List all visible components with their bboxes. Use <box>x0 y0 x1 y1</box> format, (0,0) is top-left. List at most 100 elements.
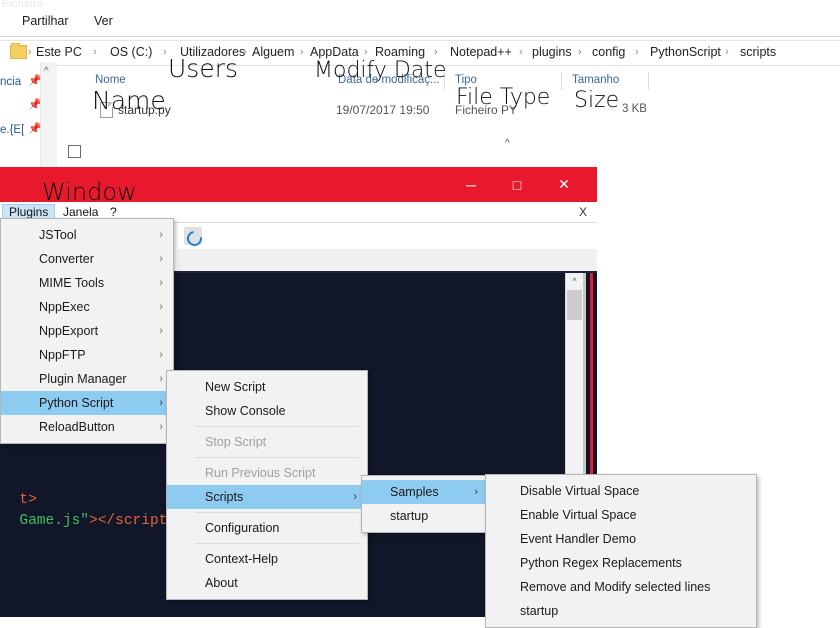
menu-item-converter[interactable]: Converter › <box>1 247 173 271</box>
breadcrumb-chevron-icon: › <box>93 46 97 58</box>
file-size-cell: 3 KB <box>622 103 647 115</box>
chevron-right-icon: › <box>159 349 163 361</box>
annotation-users: Users <box>168 54 239 83</box>
breadcrumb-chevron-icon: › <box>635 46 639 58</box>
nav-item-label[interactable]: e.{E[ <box>0 124 24 136</box>
refresh-icon[interactable] <box>184 227 202 245</box>
breadcrumb-item-config[interactable]: config <box>592 45 625 59</box>
menu-item-event-handler-demo[interactable]: Event Handler Demo <box>486 527 756 551</box>
close-icon[interactable]: ✕ <box>541 167 587 202</box>
breadcrumb-item-scripts[interactable]: scripts <box>740 45 776 59</box>
menu-separator <box>195 426 359 427</box>
menu-item-show-console[interactable]: Show Console <box>167 399 367 423</box>
breadcrumb-item-pythonscript[interactable]: PythonScript <box>650 45 721 59</box>
ribbon-tab-ver[interactable]: Ver <box>94 14 113 28</box>
menu-item-nppexport[interactable]: NppExport › <box>1 319 173 343</box>
menu-item-nppftp[interactable]: NppFTP › <box>1 343 173 367</box>
pin-icon: 📌 <box>28 99 42 111</box>
chevron-right-icon: › <box>353 491 357 503</box>
breadcrumb-item-appdata[interactable]: AppData <box>310 45 359 59</box>
chevron-right-icon: › <box>474 486 478 498</box>
column-divider[interactable] <box>648 72 649 90</box>
menu-item-label: NppExport <box>39 324 99 338</box>
column-header-name[interactable]: Nome <box>95 74 126 86</box>
menu-item-scripts[interactable]: Scripts › <box>167 485 367 509</box>
python-script-submenu: New Script Show Console Stop Script Run … <box>166 370 368 600</box>
nav-pane-scrollbar[interactable] <box>40 62 57 167</box>
menu-item-label: Scripts <box>205 490 244 504</box>
annotation-window: Window <box>42 178 137 206</box>
annotation-size: Size <box>574 88 620 113</box>
select-all-checkbox[interactable] <box>68 145 81 158</box>
file-modified-cell: 19/07/2017 19:50 <box>336 103 430 117</box>
scroll-up-icon[interactable]: ^ <box>44 66 49 77</box>
breadcrumb-item-alguem[interactable]: Alguem <box>252 45 294 59</box>
chevron-right-icon: › <box>159 397 163 409</box>
chevron-right-icon: › <box>159 325 163 337</box>
minimize-icon[interactable]: ─ <box>448 167 494 202</box>
chevron-right-icon: › <box>159 277 163 289</box>
menu-item-python-script[interactable]: Python Script › <box>1 391 173 415</box>
maximize-icon[interactable]: □ <box>494 167 540 202</box>
chevron-right-icon: › <box>159 229 163 241</box>
menu-item-mime-tools[interactable]: MIME Tools › <box>1 271 173 295</box>
annotation-modify-date: Modify Date <box>314 58 447 83</box>
menu-item-stop-script: Stop Script <box>205 435 267 449</box>
code-token-tag: ></script <box>89 513 168 529</box>
column-divider[interactable] <box>561 72 562 90</box>
ribbon-tab-partilhar[interactable]: Partilhar <box>22 14 69 28</box>
scripts-submenu: Samples › startup <box>361 475 489 533</box>
chevron-right-icon: › <box>159 373 163 385</box>
breadcrumb-item-roaming[interactable]: Roaming <box>375 45 425 59</box>
menu-item-about[interactable]: About <box>167 571 367 595</box>
notepadpp-toolbar <box>178 223 597 250</box>
breadcrumb-item-plugins[interactable]: plugins <box>532 45 572 59</box>
explorer-ribbon-tabs: Partilhar Ver <box>0 14 840 36</box>
breadcrumb-chevron-icon: › <box>300 46 304 58</box>
menu-item-label: ReloadButton <box>39 420 115 434</box>
breadcrumb-chevron-icon: › <box>163 46 167 58</box>
scroll-up-icon[interactable]: ^ <box>566 273 583 289</box>
menu-item-startup[interactable]: startup <box>486 599 756 623</box>
breadcrumb-chevron-icon: › <box>434 46 438 58</box>
breadcrumb-chevron-icon: › <box>578 46 582 58</box>
scrollbar-thumb[interactable] <box>567 290 582 320</box>
ribbon-divider <box>0 36 840 37</box>
menu-item-reloadbutton[interactable]: ReloadButton › <box>1 415 173 439</box>
menu-item-nppexec[interactable]: NppExec › <box>1 295 173 319</box>
menu-item-configuration[interactable]: Configuration <box>167 516 367 540</box>
menu-item-label: Python Script <box>39 396 114 410</box>
nav-item-label[interactable]: ncia <box>0 76 21 88</box>
menu-item-python-regex-replacements[interactable]: Python Regex Replacements <box>486 551 756 575</box>
menu-item-label: Samples <box>390 485 439 499</box>
chevron-right-icon: › <box>159 253 163 265</box>
close-document-icon[interactable]: X <box>579 205 587 219</box>
breadcrumb-chevron-icon: › <box>364 46 368 58</box>
menu-item-label: JSTool <box>39 228 77 242</box>
annotation-name: Name <box>92 86 166 115</box>
menu-item-enable-virtual-space[interactable]: Enable Virtual Space <box>486 503 756 527</box>
breadcrumb-item-notepadpp[interactable]: Notepad++ <box>450 45 512 59</box>
menu-separator <box>195 457 359 458</box>
menu-item-label: Plugin Manager <box>39 372 127 386</box>
menu-item-remove-and-modify-selected-lines[interactable]: Remove and Modify selected lines <box>486 575 756 599</box>
breadcrumb-item-os-c[interactable]: OS (C:) <box>110 45 152 59</box>
code-token-string: Game.js" <box>19 513 90 529</box>
menu-item-plugin-manager[interactable]: Plugin Manager › <box>1 367 173 391</box>
annotation-file-type: File Type <box>456 85 551 110</box>
column-header-size[interactable]: Tamanho <box>572 74 619 86</box>
menu-item-label: NppExec <box>39 300 90 314</box>
menu-separator <box>195 543 359 544</box>
menu-item-samples[interactable]: Samples › <box>362 480 488 504</box>
menu-item-startup[interactable]: startup <box>362 504 488 528</box>
menu-item-new-script[interactable]: New Script <box>167 375 367 399</box>
samples-submenu: Disable Virtual Space Enable Virtual Spa… <box>485 474 757 628</box>
menu-item-jstool[interactable]: JSTool › <box>1 223 173 247</box>
chevron-right-icon: › <box>159 301 163 313</box>
breadcrumb-chevron-icon: › <box>243 46 247 58</box>
menu-item-context-help[interactable]: Context-Help <box>167 547 367 571</box>
menu-item-label: NppFTP <box>39 348 86 362</box>
editor-code-line-2: Game.js"></script <box>2 497 167 529</box>
breadcrumb-item-este-pc[interactable]: Este PC <box>36 45 82 59</box>
menu-item-disable-virtual-space[interactable]: Disable Virtual Space <box>486 479 756 503</box>
